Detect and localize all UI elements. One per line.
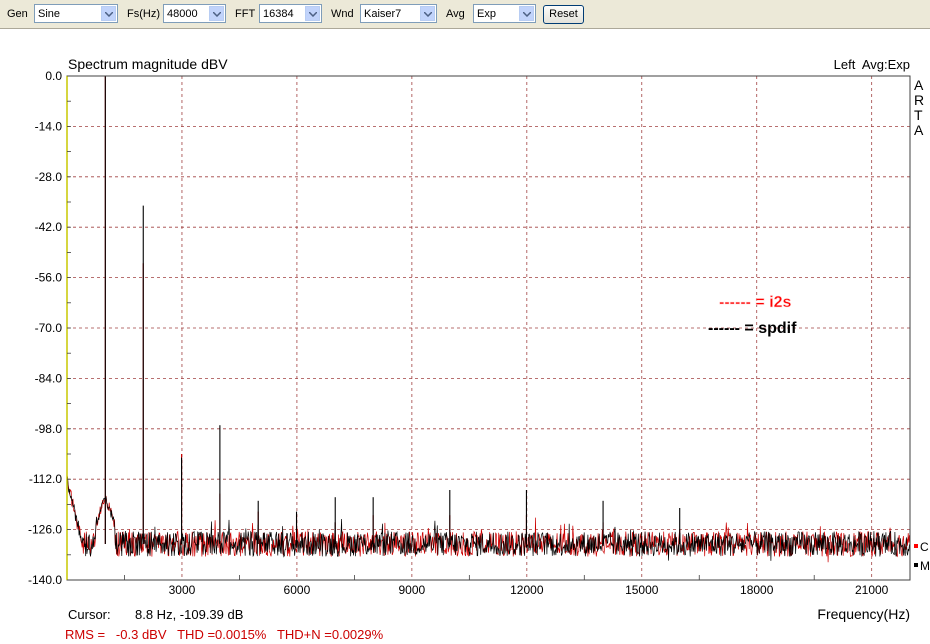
side-legend: C M — [914, 540, 930, 573]
window-select-value: Kaiser7 — [364, 8, 402, 20]
legend-i2s: ------ = i2s — [719, 294, 792, 311]
avg-label: Avg — [446, 8, 465, 20]
x-tick-label: 6000 — [284, 583, 311, 597]
y-tick-label: -42.0 — [35, 220, 63, 234]
fft-size-select-value: 16384 — [263, 8, 294, 20]
fs-label: Fs(Hz) — [127, 8, 160, 20]
x-tick-label: 9000 — [399, 583, 426, 597]
y-tick-label: 0.0 — [45, 69, 62, 83]
y-tick-label: -98.0 — [35, 422, 63, 436]
gen-label: Gen — [7, 8, 28, 20]
chevron-down-icon[interactable] — [519, 6, 534, 21]
brand-letter-r: R — [914, 92, 924, 108]
x-tick-label: 3000 — [169, 583, 196, 597]
cursor-readout: 8.8 Hz, -109.39 dB — [135, 607, 243, 622]
fft-size-select[interactable]: 16384 — [259, 4, 322, 23]
y-tick-label: -126.0 — [28, 523, 62, 537]
x-tick-label: 15000 — [625, 583, 659, 597]
side-legend-black-marker — [914, 563, 918, 567]
stats-readout: RMS = -0.3 dBV THD =0.0015% THD+N =0.002… — [65, 627, 384, 642]
y-tick-label: -84.0 — [35, 371, 63, 385]
x-tick-label: 21000 — [855, 583, 889, 597]
averaging-select[interactable]: Exp — [473, 4, 536, 23]
legend-spdif: ------ = spdif — [708, 320, 797, 337]
x-tick-label: 18000 — [740, 583, 774, 597]
sample-rate-select-value: 48000 — [167, 8, 198, 20]
generator-select-value: Sine — [38, 8, 61, 20]
side-legend-red-marker — [914, 544, 918, 548]
sample-rate-select[interactable]: 48000 — [163, 4, 226, 23]
y-tick-label: -28.0 — [35, 170, 63, 184]
chevron-down-icon[interactable] — [305, 6, 320, 21]
x-axis-label: Frequency(Hz) — [817, 606, 910, 622]
chevron-down-icon[interactable] — [101, 6, 116, 21]
y-tick-label: -140.0 — [28, 573, 62, 587]
y-tick-label: -112.0 — [29, 472, 62, 486]
generator-select[interactable]: Sine — [34, 4, 118, 23]
cursor-label: Cursor: — [68, 607, 111, 622]
y-ticks: 0.0 -14.0 -28.0 -42.0 -56.0 -70.0 -84.0 -98.0 -1… — [28, 69, 71, 587]
y-tick-label: -14.0 — [35, 119, 63, 133]
averaging-select-value: Exp — [477, 8, 496, 20]
fft-label: FFT — [235, 8, 256, 20]
reset-button[interactable]: Reset — [543, 5, 584, 24]
channel-avg-label: Left Avg:Exp — [834, 57, 910, 72]
toolbar: Gen Sine Fs(Hz) 48000 FFT 16384 Wnd Kais… — [0, 0, 930, 29]
brand-letter-t: T — [914, 107, 923, 123]
brand-letter-a2: A — [914, 122, 924, 138]
y-tick-label: -56.0 — [35, 271, 63, 285]
x-tick-label: 12000 — [510, 583, 544, 597]
chart-title: Spectrum magnitude dBV — [68, 56, 228, 72]
chevron-down-icon[interactable] — [209, 6, 224, 21]
wnd-label: Wnd — [331, 8, 354, 20]
spectrum-chart[interactable]: 0.0 -14.0 -28.0 -42.0 -56.0 -70.0 -84.0 -98.0 -1… — [0, 29, 930, 644]
brand-letters: A R T A — [914, 77, 924, 138]
side-legend-c: C — [920, 540, 929, 554]
window-select[interactable]: Kaiser7 — [360, 4, 437, 23]
chevron-down-icon[interactable] — [420, 6, 435, 21]
y-tick-label: -70.0 — [35, 321, 63, 335]
brand-letter-a1: A — [914, 77, 924, 93]
side-legend-m: M — [920, 559, 930, 573]
spectrum-plot-svg[interactable]: 0.0 -14.0 -28.0 -42.0 -56.0 -70.0 -84.0 -98.0 -1… — [0, 29, 930, 644]
